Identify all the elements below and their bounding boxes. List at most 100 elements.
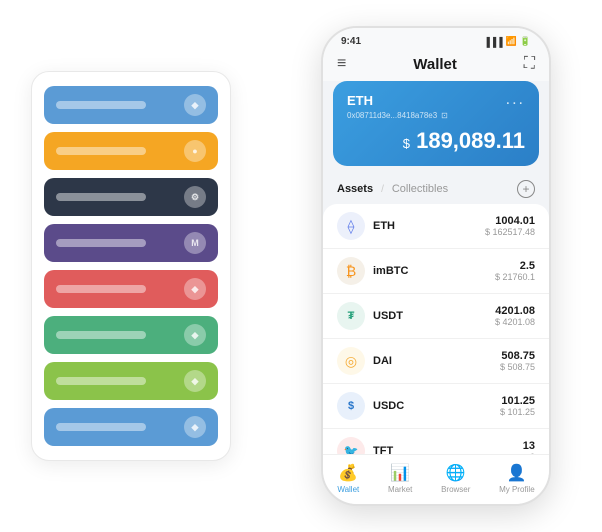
status-time: 9:41 xyxy=(341,36,361,47)
card-item-8[interactable]: ◆ xyxy=(44,408,218,446)
imbtc-icon: ₿ xyxy=(337,257,365,285)
phone-content: ETH ... 0x08711d3e...8418a78e3 ⊡ $ 189,0… xyxy=(323,81,549,454)
asset-list: ⟠ ETH 1004.01 $ 162517.48 ₿ imBTC 2.5 $ … xyxy=(323,204,549,454)
card-item-3[interactable]: ⚙ xyxy=(44,178,218,216)
card-icon-1: ◆ xyxy=(184,94,206,116)
card-stack: ◆ ● ⚙ M ◆ ◆ ◆ ◆ xyxy=(31,71,231,461)
phone-header: ≡ Wallet ⛶ xyxy=(323,51,549,81)
nav-browser[interactable]: 🌐 Browser xyxy=(441,463,470,494)
bottom-nav: 💰 Wallet 📊 Market 🌐 Browser 👤 My Profile xyxy=(323,454,549,504)
asset-item-tft[interactable]: 🐦 TFT 13 0 xyxy=(323,429,549,454)
usdt-usd: $ 4201.08 xyxy=(495,317,535,327)
card-icon-4: M xyxy=(184,232,206,254)
nav-wallet[interactable]: 💰 Wallet xyxy=(337,463,359,494)
imbtc-usd: $ 21760.1 xyxy=(495,272,535,282)
add-asset-button[interactable]: + xyxy=(517,180,535,198)
dai-usd: $ 508.75 xyxy=(500,362,535,372)
eth-menu-dots[interactable]: ... xyxy=(506,91,525,109)
card-text-2 xyxy=(56,147,146,155)
scene: ◆ ● ⚙ M ◆ ◆ ◆ ◆ xyxy=(11,11,591,521)
usdc-amount: 101.25 xyxy=(500,395,535,407)
eth-amount: 1004.01 xyxy=(485,215,535,227)
profile-nav-icon: 👤 xyxy=(507,463,527,483)
asset-amounts-tft: 13 0 xyxy=(523,440,535,454)
asset-name-usdc: USDC xyxy=(373,400,500,412)
card-text-4 xyxy=(56,239,146,247)
copy-icon[interactable]: ⊡ xyxy=(441,111,448,120)
tab-assets[interactable]: Assets xyxy=(337,183,373,195)
nav-market[interactable]: 📊 Market xyxy=(388,463,412,494)
eth-icon: ⟠ xyxy=(337,212,365,240)
signal-icon: ▐▐▐ xyxy=(483,37,502,47)
asset-amounts-usdt: 4201.08 $ 4201.08 xyxy=(495,305,535,327)
wallet-nav-label: Wallet xyxy=(337,485,359,494)
asset-item-usdt[interactable]: ₮ USDT 4201.08 $ 4201.08 xyxy=(323,294,549,339)
wallet-nav-icon: 💰 xyxy=(338,463,358,483)
asset-amounts-usdc: 101.25 $ 101.25 xyxy=(500,395,535,417)
market-nav-label: Market xyxy=(388,485,412,494)
card-icon-7: ◆ xyxy=(184,370,206,392)
usdc-usd: $ 101.25 xyxy=(500,407,535,417)
assets-tabs: Assets / Collectibles xyxy=(337,183,448,195)
card-icon-5: ◆ xyxy=(184,278,206,300)
card-item-7[interactable]: ◆ xyxy=(44,362,218,400)
card-item-5[interactable]: ◆ xyxy=(44,270,218,308)
status-icons: ▐▐▐ 📶 🔋 xyxy=(483,36,531,47)
battery-icon: 🔋 xyxy=(520,36,531,47)
usdt-amount: 4201.08 xyxy=(495,305,535,317)
card-item-6[interactable]: ◆ xyxy=(44,316,218,354)
asset-item-dai[interactable]: ◎ DAI 508.75 $ 508.75 xyxy=(323,339,549,384)
card-icon-2: ● xyxy=(184,140,206,162)
assets-header: Assets / Collectibles + xyxy=(323,176,549,204)
dai-icon: ◎ xyxy=(337,347,365,375)
tab-separator: / xyxy=(381,184,384,195)
card-text-1 xyxy=(56,101,146,109)
phone: 9:41 ▐▐▐ 📶 🔋 ≡ Wallet ⛶ ETH ... 0x0871 xyxy=(321,26,551,506)
asset-amounts-eth: 1004.01 $ 162517.48 xyxy=(485,215,535,237)
card-item-1[interactable]: ◆ xyxy=(44,86,218,124)
eth-label: ETH xyxy=(347,93,373,108)
status-bar: 9:41 ▐▐▐ 📶 🔋 xyxy=(323,28,549,51)
asset-amounts-imbtc: 2.5 $ 21760.1 xyxy=(495,260,535,282)
tab-collectibles[interactable]: Collectibles xyxy=(392,183,448,195)
eth-usd: $ 162517.48 xyxy=(485,227,535,237)
eth-card-header: ETH ... xyxy=(347,91,525,109)
card-text-3 xyxy=(56,193,146,201)
asset-name-eth: ETH xyxy=(373,220,485,232)
tft-icon: 🐦 xyxy=(337,437,365,454)
card-text-5 xyxy=(56,285,146,293)
card-text-6 xyxy=(56,331,146,339)
imbtc-amount: 2.5 xyxy=(495,260,535,272)
eth-address: 0x08711d3e...8418a78e3 ⊡ xyxy=(347,111,525,120)
menu-icon[interactable]: ≡ xyxy=(337,55,346,73)
card-icon-3: ⚙ xyxy=(184,186,206,208)
eth-balance: $ 189,089.11 xyxy=(347,128,525,154)
nav-profile[interactable]: 👤 My Profile xyxy=(499,463,535,494)
profile-nav-label: My Profile xyxy=(499,485,535,494)
usdt-icon: ₮ xyxy=(337,302,365,330)
asset-name-imbtc: imBTC xyxy=(373,265,495,277)
asset-item-usdc[interactable]: $ USDC 101.25 $ 101.25 xyxy=(323,384,549,429)
tft-amount: 13 xyxy=(523,440,535,452)
asset-name-tft: TFT xyxy=(373,445,523,454)
card-icon-8: ◆ xyxy=(184,416,206,438)
wifi-icon: 📶 xyxy=(506,36,517,47)
asset-amounts-dai: 508.75 $ 508.75 xyxy=(500,350,535,372)
dai-amount: 508.75 xyxy=(500,350,535,362)
asset-item-imbtc[interactable]: ₿ imBTC 2.5 $ 21760.1 xyxy=(323,249,549,294)
card-icon-6: ◆ xyxy=(184,324,206,346)
card-item-2[interactable]: ● xyxy=(44,132,218,170)
card-item-4[interactable]: M xyxy=(44,224,218,262)
asset-name-usdt: USDT xyxy=(373,310,495,322)
asset-item-eth[interactable]: ⟠ ETH 1004.01 $ 162517.48 xyxy=(323,204,549,249)
expand-icon[interactable]: ⛶ xyxy=(524,55,535,73)
browser-nav-label: Browser xyxy=(441,485,470,494)
page-title: Wallet xyxy=(413,56,457,73)
browser-nav-icon: 🌐 xyxy=(446,463,466,483)
usdc-icon: $ xyxy=(337,392,365,420)
eth-card[interactable]: ETH ... 0x08711d3e...8418a78e3 ⊡ $ 189,0… xyxy=(333,81,539,166)
card-text-8 xyxy=(56,423,146,431)
market-nav-icon: 📊 xyxy=(390,463,410,483)
card-text-7 xyxy=(56,377,146,385)
asset-name-dai: DAI xyxy=(373,355,500,367)
